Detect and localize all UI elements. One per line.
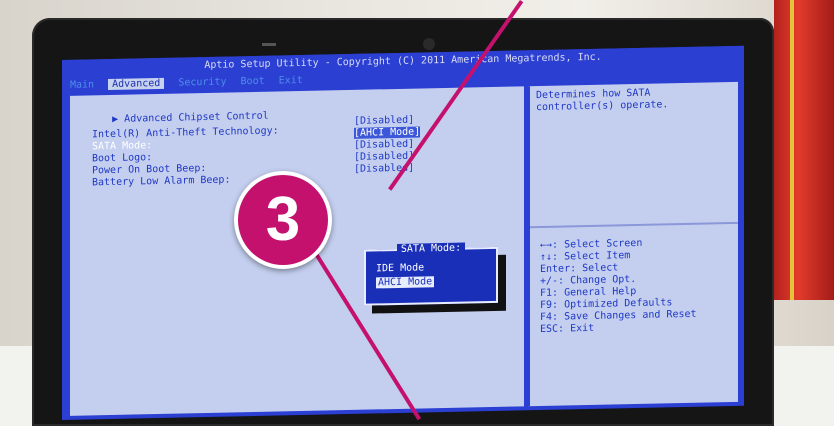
tab-boot[interactable]: Boot [241, 76, 265, 88]
step-number-badge: 3 [234, 171, 332, 269]
key-hint: F1: General Help [540, 285, 637, 299]
help-text-line-2: controller(s) operate. [536, 99, 669, 114]
tab-main[interactable]: Main [70, 79, 94, 91]
setting-label-sata-mode[interactable]: SATA Mode: [92, 140, 152, 152]
popup-title: SATA Mode: [396, 242, 466, 255]
setting-value-sata-mode[interactable]: [AHCI Mode] [354, 126, 421, 139]
tab-exit[interactable]: Exit [279, 75, 303, 87]
key-hint: ←→: Select Screen [540, 237, 643, 251]
key-hint: ESC: Exit [540, 322, 595, 335]
setting-value-boot-beep[interactable]: [Disabled] [354, 151, 414, 163]
help-divider [530, 221, 738, 229]
red-shelf [774, 0, 834, 300]
key-hint: F4: Save Changes and Reset [540, 308, 697, 323]
yellow-cable [790, 0, 794, 300]
setting-value-boot-logo[interactable]: [Disabled] [354, 139, 414, 151]
help-panel: Determines how SATA controller(s) operat… [528, 81, 738, 407]
key-hint: +/-: Change Opt. [540, 273, 637, 287]
webcam [423, 38, 435, 50]
tab-advanced[interactable]: Advanced [108, 77, 165, 91]
key-hint: ↑↓: Select Item [540, 250, 631, 263]
setting-label-boot-logo[interactable]: Boot Logo: [92, 152, 152, 164]
popup-option-ide[interactable]: IDE Mode [376, 262, 424, 274]
microphone-slot [262, 43, 276, 46]
setting-label-battery-beep[interactable]: Battery Low Alarm Beep: [92, 174, 230, 188]
setting-value-anti-theft[interactable]: [Disabled] [354, 115, 414, 127]
key-hint: Enter: Select [540, 262, 619, 275]
popup-option-ahci[interactable]: AHCI Mode [376, 276, 435, 289]
sata-mode-popup: SATA Mode: IDE Mode AHCI Mode [364, 242, 498, 306]
tab-security[interactable]: Security [178, 77, 226, 89]
bios-screen: Aptio Setup Utility - Copyright (C) 2011… [62, 45, 744, 420]
triangle-right-icon: ▶ [112, 113, 125, 125]
